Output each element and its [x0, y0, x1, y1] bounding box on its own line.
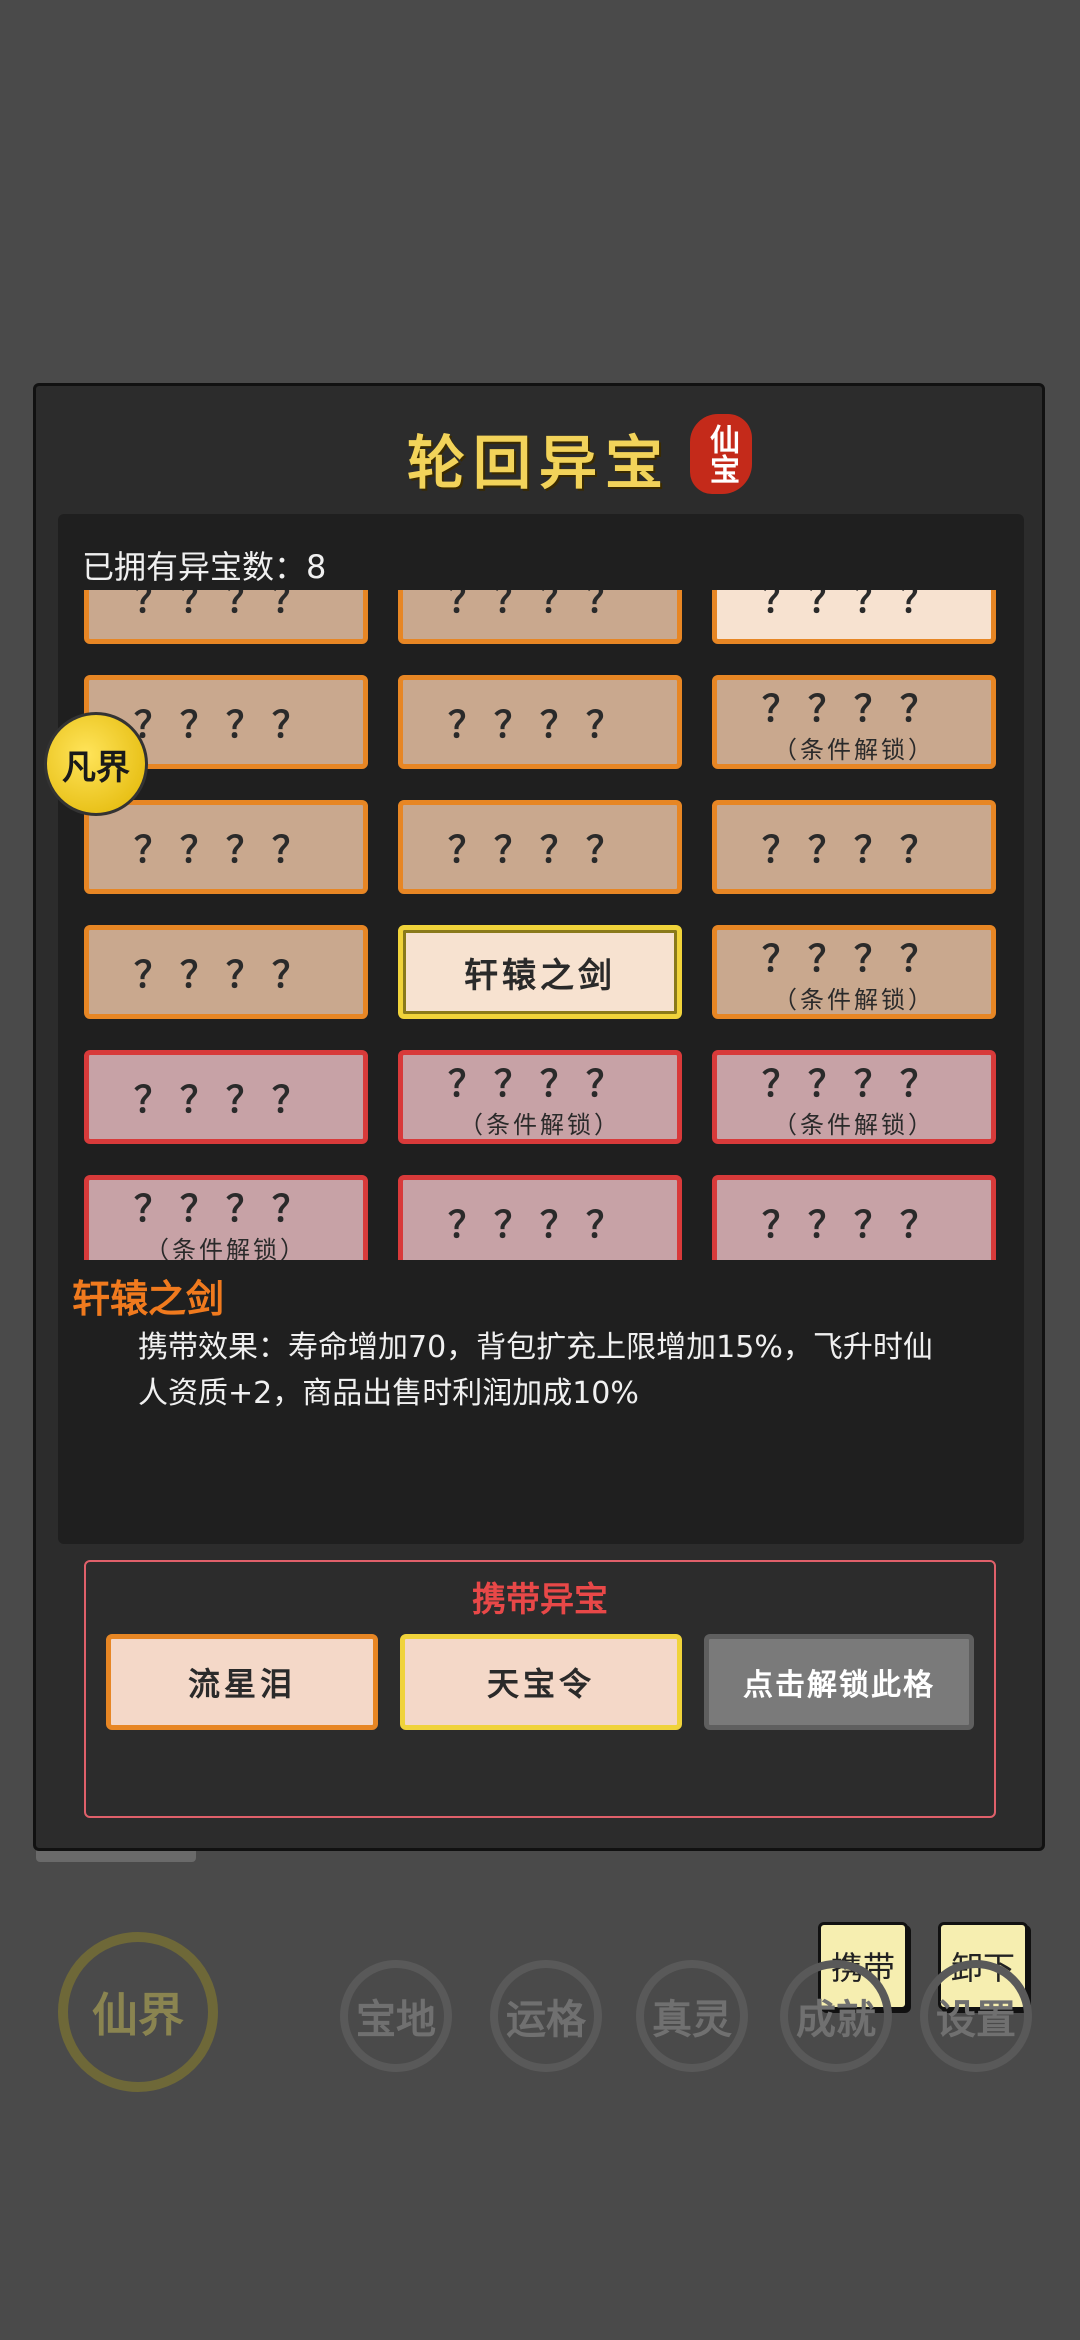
treasure-slot[interactable]: ？？？？: [398, 1175, 682, 1260]
treasure-slot-label: 轩辕之剑: [464, 955, 616, 996]
unlock-condition-label: （条件解锁）: [773, 985, 935, 1014]
treasure-slot[interactable]: ？？？？: [398, 590, 682, 644]
treasure-slot-label: ？？？？: [761, 1204, 946, 1246]
treasure-slot[interactable]: ？？？？: [712, 1175, 996, 1260]
unlock-condition-label: （条件解锁）: [773, 735, 935, 764]
treasure-slot[interactable]: ？？？？ （条件解锁）: [712, 675, 996, 769]
treasure-slot[interactable]: ？？？？ （条件解锁）: [712, 925, 996, 1019]
treasure-slot[interactable]: ？？？？ （条件解锁）: [398, 1050, 682, 1144]
treasure-slot-label: ？？？？: [447, 590, 632, 621]
nav-settings[interactable]: 设置: [920, 1960, 1032, 2072]
treasure-slot-label: ？？？？: [761, 829, 946, 871]
treasure-slot[interactable]: ？？？？ （条件解锁）: [712, 1050, 996, 1144]
treasure-slot[interactable]: 轩辕之剑: [398, 925, 682, 1019]
treasure-slot[interactable]: ？？？？: [398, 800, 682, 894]
detail-treasure-name: 轩辕之剑: [72, 1276, 225, 1321]
unlock-condition-label: （条件解锁）: [145, 1235, 307, 1261]
owned-count: 8: [306, 548, 327, 586]
nav-true-spirit[interactable]: 真灵: [636, 1960, 748, 2072]
detail-effect-text: 携带效果：寿命增加70，背包扩充上限增加15%，飞升时仙人资质+2，商品出售时利…: [138, 1330, 933, 1411]
treasure-slot-label: ？？？？: [133, 1187, 318, 1230]
owned-count-label: 已拥有异宝数：8: [82, 542, 326, 588]
treasure-slot-label: ？？？？: [447, 829, 632, 871]
treasure-slot[interactable]: ？？？？: [84, 925, 368, 1019]
treasure-slot-label: ？？？？: [761, 687, 946, 730]
nav-immortal-realm[interactable]: 仙界: [58, 1932, 218, 2092]
nav-treasure-land[interactable]: 宝地: [340, 1960, 452, 2072]
treasure-slot[interactable]: ？？？？: [712, 590, 996, 644]
unlock-condition-label: （条件解锁）: [459, 1110, 621, 1139]
treasure-slot-label: ？？？？: [133, 954, 318, 996]
nav-fortune[interactable]: 运格: [490, 1960, 602, 2072]
realm-badge-icon[interactable]: 凡界: [44, 712, 148, 816]
treasure-slot[interactable]: ？？？？: [84, 1050, 368, 1144]
treasure-slot[interactable]: ？？？？: [84, 800, 368, 894]
owned-label: 已拥有异宝数：: [82, 548, 307, 586]
seal-icon: 仙宝: [690, 414, 752, 494]
carry-title: 携带异宝: [472, 1580, 608, 1620]
nav-achievements[interactable]: 成就: [780, 1960, 892, 2072]
treasure-grid[interactable]: ？？？？？？？？？？？？？？？？？？？？？？？？ （条件解锁）？？？？？？？？？？…: [58, 590, 1024, 1260]
carry-section: 携带异宝 流星泪 天宝令 点击解锁此格: [84, 1560, 996, 1818]
treasure-slot[interactable]: ？？？？: [84, 590, 368, 644]
treasure-slot-label: ？？？？: [133, 829, 318, 871]
treasure-slot[interactable]: ？？？？: [712, 800, 996, 894]
unlock-condition-label: （条件解锁）: [773, 1110, 935, 1139]
treasure-slot-label: ？？？？: [761, 590, 946, 621]
carry-slot-1[interactable]: 流星泪: [106, 1634, 378, 1730]
treasure-slot-label: ？？？？: [133, 1079, 318, 1121]
treasure-slot-label: ？？？？: [133, 704, 318, 746]
treasure-slot-label: ？？？？: [447, 1062, 632, 1105]
treasure-slot-label: ？？？？: [447, 1204, 632, 1246]
treasure-slot-label: ？？？？: [761, 937, 946, 980]
treasure-slot[interactable]: ？？？？: [398, 675, 682, 769]
treasure-slot-label: ？？？？: [447, 704, 632, 746]
carry-slot-2[interactable]: 天宝令: [400, 1634, 682, 1730]
dialog-title: 轮回异宝: [406, 429, 671, 497]
unlock-slot-button[interactable]: 点击解锁此格: [704, 1634, 974, 1730]
treasure-slot-label: ？？？？: [761, 1062, 946, 1105]
treasure-slot[interactable]: ？？？？ （条件解锁）: [84, 1175, 368, 1260]
treasure-slot-label: ？？？？: [133, 590, 318, 621]
